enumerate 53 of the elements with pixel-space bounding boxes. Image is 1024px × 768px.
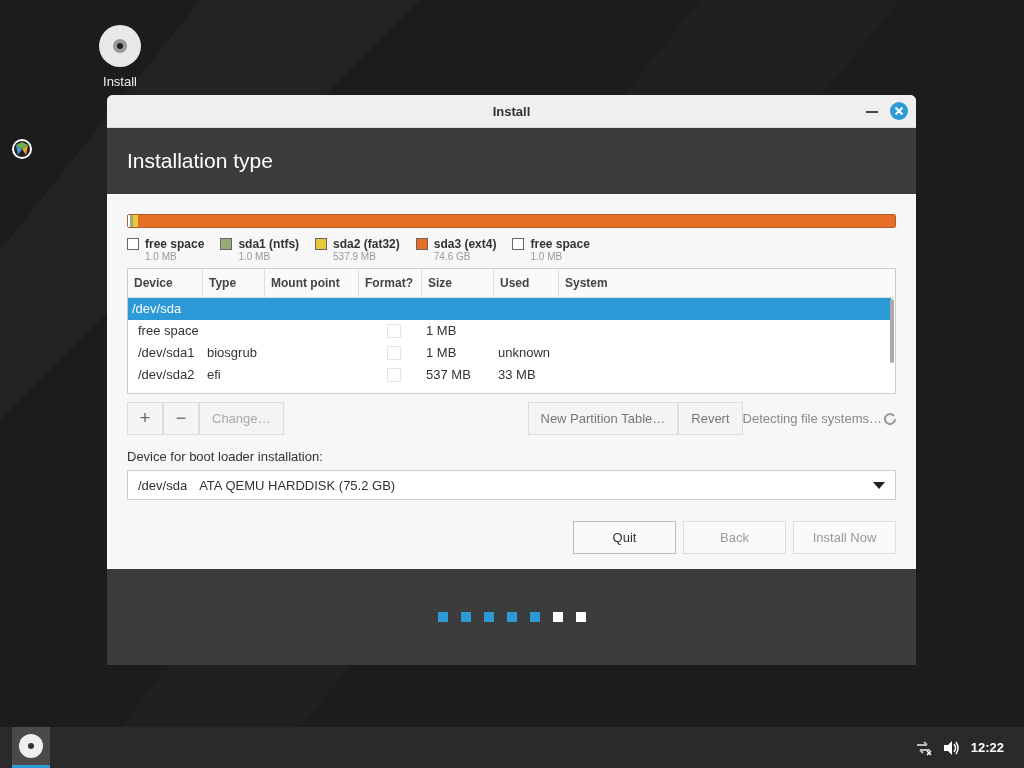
clock[interactable]: 12:22 xyxy=(970,740,1004,755)
revert-button[interactable]: Revert xyxy=(678,402,743,435)
caret-icon xyxy=(873,481,885,489)
status-text: Detecting file systems… xyxy=(742,411,882,426)
legend-label: sda3 (ext4) xyxy=(433,237,497,251)
new-partition-table-button[interactable]: New Partition Table… xyxy=(527,402,679,435)
format-checkbox[interactable] xyxy=(387,324,401,338)
column-header[interactable]: Format? xyxy=(359,269,422,297)
table-cell-text: /dev/sda2 xyxy=(138,366,196,384)
table-cell-text: free space xyxy=(138,322,200,340)
table-cell-text: 537 MB xyxy=(426,366,472,384)
legend-size: 1.0 MB xyxy=(144,251,178,262)
legend-label: free space xyxy=(145,237,205,251)
table-cell-text: 1 MB xyxy=(426,344,458,362)
column-header[interactable]: Size xyxy=(422,269,494,297)
table-cell-text: unknown xyxy=(498,344,552,362)
colored-circle-icon[interactable] xyxy=(11,138,33,160)
legend-size: 74.6 GB xyxy=(432,251,472,262)
format-checkbox[interactable] xyxy=(387,368,401,382)
column-header[interactable]: System xyxy=(559,269,895,297)
scrollbar[interactable] xyxy=(890,299,894,363)
speaker-icon[interactable] xyxy=(942,739,961,756)
legend-label: sda1 (ntfs) xyxy=(238,237,300,251)
table-cell-text: 1 MB xyxy=(426,322,458,340)
legend-size: 1.0 MB xyxy=(529,251,564,262)
legend-label: free space xyxy=(530,237,590,251)
column-header[interactable]: Used xyxy=(494,269,559,297)
disc-icon[interactable] xyxy=(98,24,142,68)
legend-size: 1.0 MB xyxy=(237,251,272,262)
table-cell-text: /dev/sda1 xyxy=(138,344,196,362)
field-label: Device for boot loader installation: xyxy=(127,449,324,464)
legend-size: 537.9 MB xyxy=(332,251,377,262)
desktop-icon-label[interactable]: Install xyxy=(103,74,137,89)
table-cell-text: efi xyxy=(207,366,222,384)
add-button[interactable]: + xyxy=(127,402,163,435)
dialog-button[interactable]: Quit xyxy=(573,521,676,554)
network-disconnected-icon[interactable] xyxy=(914,739,933,756)
remove-button[interactable]: − xyxy=(163,402,199,435)
column-header[interactable]: Mount point xyxy=(265,269,359,297)
window-title: Install xyxy=(492,103,531,119)
page-heading: Installation type xyxy=(127,149,273,173)
disc-icon xyxy=(18,733,44,759)
table-cell-text: 33 MB xyxy=(498,366,537,384)
table-cell-text: biosgrub xyxy=(207,344,258,362)
minimize-icon[interactable] xyxy=(866,110,878,114)
legend-label: sda2 (fat32) xyxy=(333,237,400,251)
column-header[interactable]: Device xyxy=(128,269,203,297)
taskbar-app[interactable] xyxy=(12,727,50,768)
column-header[interactable]: Type xyxy=(203,269,265,297)
spinner-icon xyxy=(884,412,896,425)
close-icon[interactable] xyxy=(890,102,908,120)
boot-device-dropdown[interactable]: /dev/sda ATA QEMU HARDDISK (75.2 GB) xyxy=(127,470,896,500)
format-checkbox[interactable] xyxy=(387,346,401,360)
